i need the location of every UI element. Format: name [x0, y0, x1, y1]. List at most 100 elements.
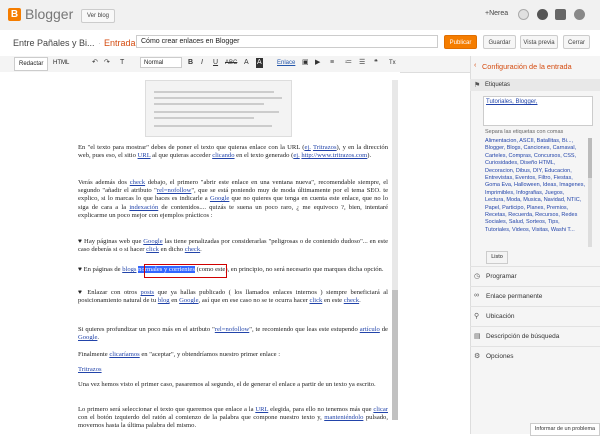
text-run: ♥ Hay páginas web que: [78, 238, 144, 245]
quote-icon[interactable]: ❝: [374, 58, 378, 68]
text-run: al que quieras acceder: [150, 152, 213, 160]
paragraph-10: Lo primero será seleccionar el texto que…: [78, 406, 388, 431]
post-title-input[interactable]: [136, 35, 438, 48]
text-link[interactable]: rel=nofollow: [215, 326, 249, 333]
text-run: elegida, para ello no tenemos más que: [268, 406, 374, 413]
text-run: en: [169, 297, 180, 305]
text-color-button[interactable]: A: [244, 58, 249, 68]
search-description-icon: ▤: [474, 333, 481, 340]
text-link[interactable]: URL: [255, 406, 268, 413]
schedule-section[interactable]: ◷ Programar: [470, 266, 600, 287]
italic-button[interactable]: I: [201, 58, 203, 68]
paragraph-4: ♥ En páginas de blogs normales y corrien…: [78, 266, 388, 274]
text-link[interactable]: click: [146, 246, 159, 253]
labels-list[interactable]: Alimentacion, ASCII, Batallitas, Bi..., …: [485, 138, 585, 247]
settings-title: Configuración de la entrada: [482, 62, 572, 71]
text-link[interactable]: check: [185, 246, 200, 253]
text-run: ♥ En páginas de: [78, 266, 123, 273]
location-icon: ⚲: [474, 313, 480, 320]
section-label: Programar: [486, 273, 517, 280]
search-description-section[interactable]: ▤ Descripción de búsqueda: [470, 326, 600, 347]
editor-scroll-thumb[interactable]: [392, 290, 398, 420]
text-link[interactable]: ej.: [304, 144, 310, 151]
notifications-icon[interactable]: [537, 9, 548, 20]
text-link[interactable]: manteniéndolo: [324, 414, 363, 421]
highlight-color-button[interactable]: A: [256, 58, 263, 68]
paragraph-3: ♥ Hay páginas web que Google las tiene p…: [78, 238, 388, 254]
permalink-section[interactable]: ∞ Enlace permanente: [470, 286, 600, 307]
text-link[interactable]: Google: [78, 334, 97, 341]
preview-button[interactable]: Vista previa: [520, 35, 558, 49]
breadcrumb-separator: ·: [98, 38, 101, 48]
clear-format-icon[interactable]: Tx: [389, 58, 396, 68]
blog-title[interactable]: Entre Pañales y Bi...: [13, 38, 95, 48]
bold-button[interactable]: B: [188, 58, 193, 68]
paragraph-9: Una vez hemos visto el primer caso, pasa…: [78, 381, 388, 389]
account-avatar[interactable]: [574, 9, 585, 20]
report-problem-button[interactable]: Informar de un problema: [530, 423, 600, 436]
strikethrough-button[interactable]: ABC: [225, 58, 237, 68]
text-link[interactable]: Google: [210, 195, 229, 202]
app-name[interactable]: Blogger: [25, 6, 73, 22]
close-button[interactable]: Cerrar: [563, 35, 590, 49]
apps-grid-icon[interactable]: [518, 9, 529, 20]
text-link[interactable]: click: [309, 297, 322, 304]
text-link[interactable]: posts: [141, 289, 155, 296]
text-run: , así que en ese caso no se te ocurra ha…: [198, 297, 310, 305]
calendar-icon: ◷: [474, 273, 481, 280]
text-link[interactable]: Tritrazos: [78, 366, 102, 373]
options-section[interactable]: ⚙ Opciones: [470, 346, 600, 367]
paragraph-6: Si quieres profundizar un poco más en el…: [78, 326, 388, 342]
blogger-logo-icon[interactable]: B: [8, 8, 21, 21]
redo-icon[interactable]: ↷: [104, 58, 110, 68]
user-name-link[interactable]: +Nerea: [485, 10, 508, 17]
format-select[interactable]: Normal: [140, 57, 182, 68]
text-link[interactable]: clicaríamos: [109, 351, 139, 358]
video-icon[interactable]: ▶: [315, 58, 320, 68]
image-icon[interactable]: ▣: [302, 58, 309, 68]
view-blog-button[interactable]: Ver blog: [81, 9, 116, 23]
done-button[interactable]: Listo: [486, 251, 508, 264]
text-run: en el texto generado (: [234, 152, 294, 160]
text-link[interactable]: Tritrazos: [313, 144, 337, 151]
text-link[interactable]: ej.: [293, 152, 299, 159]
text-link[interactable]: Google: [179, 297, 198, 304]
publish-button[interactable]: Publicar: [444, 35, 477, 49]
text-link[interactable]: check: [130, 179, 145, 186]
paragraph-5: ♥ Enlazar con otros posts que ya hallas …: [78, 289, 388, 305]
html-mode-tab[interactable]: HTML: [49, 57, 73, 69]
numbered-list-icon[interactable]: ≔: [345, 58, 352, 68]
compose-mode-tab[interactable]: Redactar: [14, 57, 49, 71]
text-link[interactable]: blog: [158, 297, 170, 304]
align-icon[interactable]: ≡: [330, 58, 334, 68]
underline-button[interactable]: U: [213, 58, 218, 68]
bullet-list-icon[interactable]: ☰: [359, 58, 365, 68]
text-link[interactable]: blogs: [122, 266, 136, 273]
text-link[interactable]: clicar: [373, 406, 388, 413]
paragraph-8: Tritrazos: [78, 366, 388, 374]
text-run: ♥ Enlazar con otros: [78, 289, 141, 296]
section-label: Ubicación: [486, 313, 515, 320]
font-size-icon[interactable]: T: [120, 58, 124, 68]
location-section[interactable]: ⚲ Ubicación: [470, 306, 600, 327]
labels-scroll-thumb[interactable]: [588, 138, 592, 178]
text-link[interactable]: indexación: [129, 204, 158, 211]
section-label: Opciones: [486, 353, 514, 360]
text-link[interactable]: rel=nofollow: [157, 187, 191, 194]
link-button[interactable]: Enlace: [277, 58, 295, 68]
text-link[interactable]: clicando: [212, 152, 234, 159]
undo-icon[interactable]: ↶: [92, 58, 98, 68]
share-icon[interactable]: [555, 9, 566, 20]
save-button[interactable]: Guardar: [483, 35, 516, 49]
chevron-left-icon[interactable]: ‹: [474, 62, 476, 69]
text-link[interactable]: http://www.tritrazos.com: [301, 152, 367, 159]
text-run: .: [359, 297, 361, 305]
text-link[interactable]: check: [344, 297, 359, 304]
labels-input[interactable]: Tutoriales, Blogger,: [483, 96, 593, 126]
text-link[interactable]: URL: [138, 152, 151, 159]
text-run: En "el texto para mostrar" debes de pone…: [78, 144, 305, 151]
text-link[interactable]: artículo: [360, 326, 380, 333]
text-run: .: [200, 246, 202, 254]
text-link[interactable]: Google: [143, 238, 162, 245]
link-icon: ∞: [474, 292, 479, 299]
